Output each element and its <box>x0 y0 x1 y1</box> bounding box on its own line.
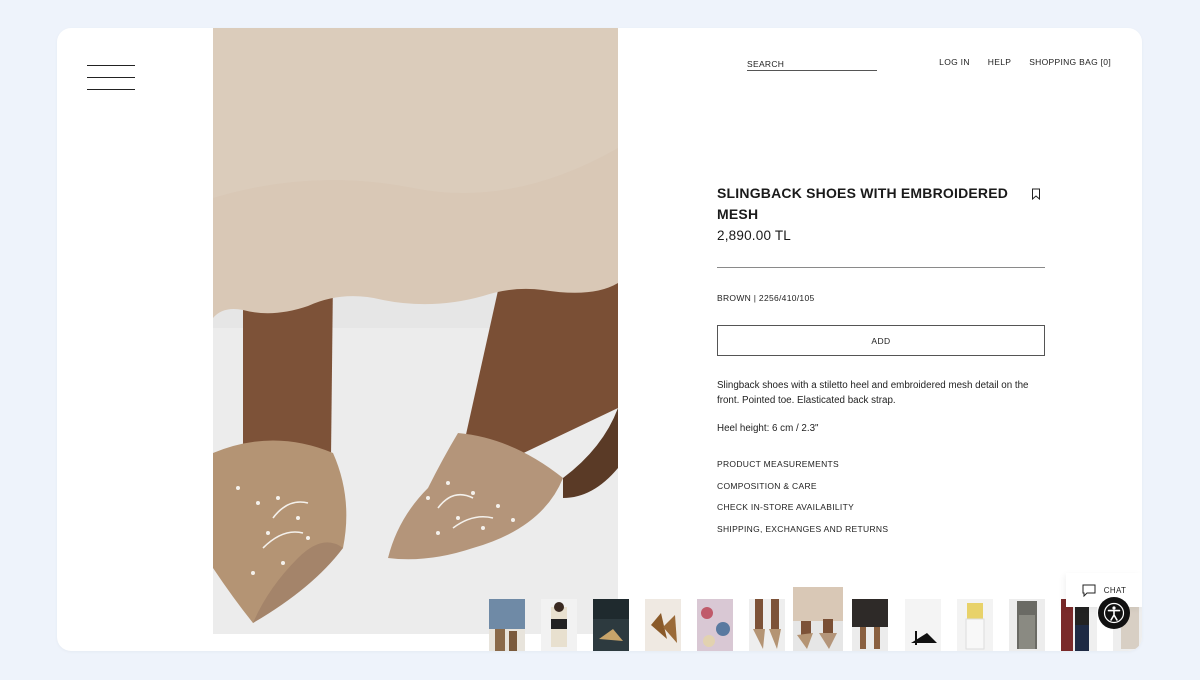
bookmark-icon[interactable] <box>1031 187 1041 201</box>
thumbnail[interactable] <box>852 599 888 651</box>
thumbnail[interactable] <box>593 599 629 651</box>
store-availability-link[interactable]: CHECK IN-STORE AVAILABILITY <box>717 502 1045 512</box>
product-description: Slingback shoes with a stiletto heel and… <box>717 380 1029 406</box>
login-link[interactable]: LOG IN <box>939 57 970 67</box>
thumbnail[interactable] <box>749 599 785 651</box>
product-info-panel: SLINGBACK SHOES WITH EMBROIDERED MESH 2,… <box>717 183 1045 545</box>
app-window: LOG IN HELP SHOPPING BAG [0] SLINGBACK S… <box>57 28 1142 651</box>
search-input[interactable] <box>747 56 877 72</box>
thumbnail-strip <box>489 587 1142 651</box>
product-main-image <box>213 28 618 634</box>
divider <box>717 267 1045 268</box>
composition-care-link[interactable]: COMPOSITION & CARE <box>717 481 1045 491</box>
search-field[interactable] <box>747 54 877 72</box>
product-measurements-link[interactable]: PRODUCT MEASUREMENTS <box>717 459 1045 469</box>
thumbnail[interactable] <box>489 599 525 651</box>
chat-bubble-icon <box>1082 584 1096 597</box>
thumbnail[interactable] <box>645 599 681 651</box>
thumbnail[interactable] <box>697 599 733 651</box>
product-price: 2,890.00 TL <box>717 228 792 243</box>
thumbnail[interactable] <box>957 599 993 651</box>
thumbnail[interactable] <box>541 599 577 651</box>
top-navigation: LOG IN HELP SHOPPING BAG [0] <box>939 57 1111 67</box>
heel-height: Heel height: 6 cm / 2.3" <box>717 423 819 434</box>
product-title: SLINGBACK SHOES WITH EMBROIDERED MESH <box>717 185 1009 222</box>
accessibility-icon[interactable] <box>1098 597 1130 629</box>
thumbnail[interactable] <box>1009 599 1045 651</box>
thumbnail-active[interactable] <box>793 587 843 651</box>
thumbnail[interactable] <box>905 599 941 651</box>
color-reference: BROWN | 2256/410/105 <box>717 293 815 303</box>
hamburger-menu-icon[interactable] <box>87 65 135 91</box>
shipping-returns-link[interactable]: SHIPPING, EXCHANGES AND RETURNS <box>717 524 1045 534</box>
add-to-bag-button[interactable]: ADD <box>717 325 1045 356</box>
shopping-bag-link[interactable]: SHOPPING BAG [0] <box>1029 57 1111 67</box>
chat-label: CHAT <box>1103 585 1127 595</box>
product-links: PRODUCT MEASUREMENTS COMPOSITION & CARE … <box>717 459 1045 534</box>
help-link[interactable]: HELP <box>988 57 1011 67</box>
